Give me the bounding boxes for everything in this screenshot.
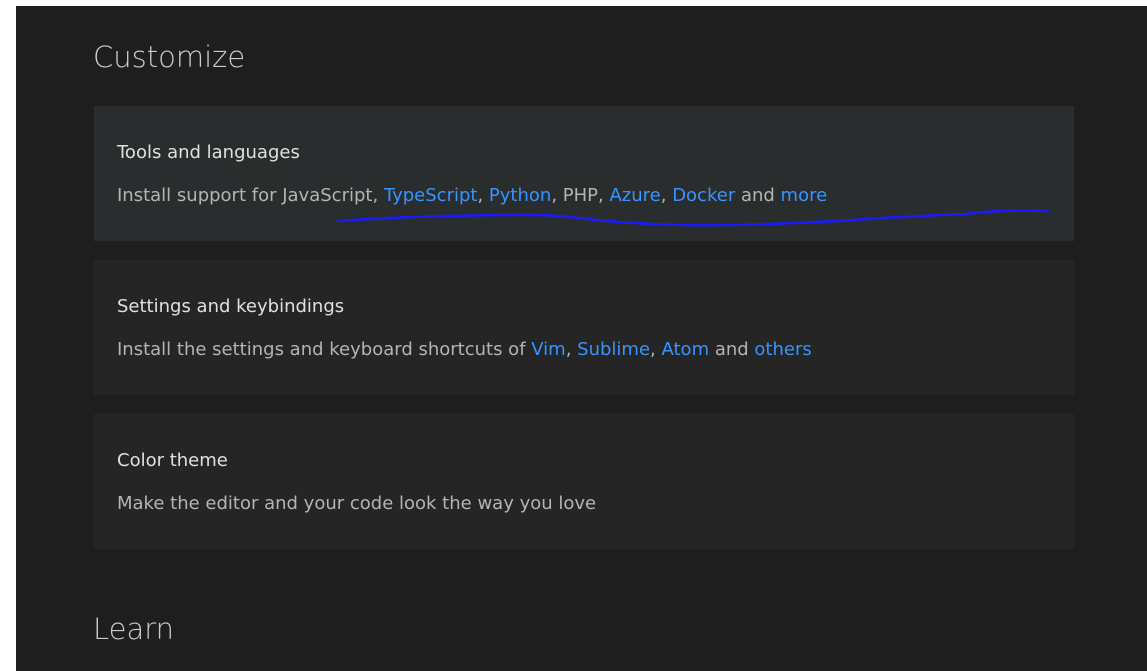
tools-card-description: Install support for JavaScript, TypeScri… (117, 185, 827, 207)
python-link[interactable]: Python (489, 185, 551, 206)
javascript-text: JavaScript (282, 185, 373, 206)
azure-link[interactable]: Azure (609, 185, 660, 206)
settings-card-description: Install the settings and keyboard shortc… (117, 339, 812, 361)
settings-and-keybindings-card[interactable]: Settings and keybindings Install the set… (94, 260, 1074, 395)
comma-separator: , (650, 339, 662, 360)
sublime-link[interactable]: Sublime (577, 339, 650, 360)
theme-card-description: Make the editor and your code look the w… (117, 493, 597, 514)
comma-separator: , (551, 185, 563, 206)
theme-card-title: Color theme (117, 450, 228, 471)
screenshot-root: Customize Tools and languages Install su… (0, 0, 1147, 671)
more-link[interactable]: more (781, 185, 828, 206)
atom-link[interactable]: Atom (662, 339, 710, 360)
comma-separator: , (598, 185, 610, 206)
learn-heading: Learn (93, 612, 175, 646)
customize-heading: Customize (93, 40, 246, 74)
and-text: and (709, 339, 755, 360)
and-text: and (735, 185, 781, 206)
tools-and-languages-card[interactable]: Tools and languages Install support for … (94, 106, 1074, 241)
color-theme-card[interactable]: Color theme Make the editor and your cod… (94, 414, 1074, 549)
docker-link[interactable]: Docker (672, 185, 735, 206)
php-text: PHP (562, 185, 599, 206)
tools-desc-prefix: Install support for (117, 185, 283, 206)
tools-card-title: Tools and languages (117, 142, 300, 163)
typescript-link[interactable]: TypeScript (384, 185, 478, 206)
settings-card-title: Settings and keybindings (117, 296, 345, 317)
comma-separator: , (477, 185, 489, 206)
others-link[interactable]: others (754, 339, 811, 360)
comma-separator: , (372, 185, 384, 206)
vim-link[interactable]: Vim (531, 339, 565, 360)
comma-separator: , (565, 339, 578, 360)
settings-desc-prefix: Install the settings and keyboard shortc… (117, 339, 532, 360)
comma-separator: , (660, 185, 673, 206)
